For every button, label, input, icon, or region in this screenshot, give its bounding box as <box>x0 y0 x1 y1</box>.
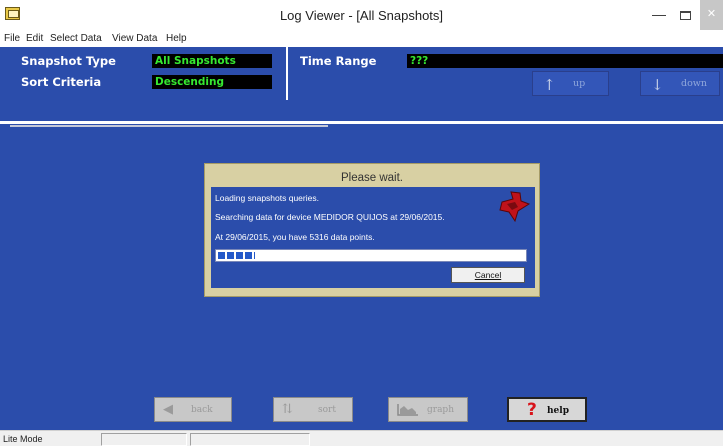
sort-button[interactable]: ⇅ sort <box>273 397 353 422</box>
sort-button-label: sort <box>318 405 336 415</box>
snapshot-type-field[interactable]: All Snapshots <box>152 54 272 68</box>
header-separator <box>0 121 723 124</box>
up-button[interactable]: ↑ up <box>532 71 609 96</box>
sort-criteria-field[interactable]: Descending <box>152 75 272 89</box>
menu-select-data[interactable]: Select Data <box>50 33 102 44</box>
maximize-icon <box>679 10 691 20</box>
minimize-button[interactable]: — <box>646 0 672 30</box>
time-range-label: Time Range <box>300 54 377 68</box>
loading-progress-bar <box>215 249 527 262</box>
help-button-label: help <box>547 406 569 416</box>
back-button-label: back <box>191 405 213 415</box>
dialog-title: Please wait. <box>340 172 403 184</box>
header-panel: Snapshot Type All Snapshots Sort Criteri… <box>0 47 723 101</box>
time-range-field[interactable]: ??? <box>407 54 723 68</box>
dialog-status-line: Searching data for device MEDIDOR QUIJOS… <box>215 212 445 222</box>
down-button[interactable]: ↓ down <box>640 71 720 96</box>
status-mode: Lite Mode <box>3 434 43 444</box>
close-button[interactable]: ✕ <box>700 0 723 30</box>
lightning-bolt-icon <box>499 191 531 223</box>
up-button-label: up <box>573 78 586 89</box>
menu-file[interactable]: File <box>4 33 20 44</box>
help-button[interactable]: ? help <box>507 397 587 422</box>
graph-button[interactable]: graph <box>388 397 468 422</box>
maximize-button[interactable] <box>672 0 698 30</box>
cancel-button-label: Cancel <box>474 270 502 280</box>
menu-bar: File Edit Select Data View Data Help <box>0 30 723 47</box>
status-pane <box>190 433 310 446</box>
arrow-up-icon: ↑ <box>543 76 556 94</box>
back-button[interactable]: ◀ back <box>154 397 232 422</box>
cancel-button[interactable]: Cancel <box>451 267 525 283</box>
title-bar: Log Viewer - [All Snapshots] — ✕ <box>0 0 723 30</box>
arrow-down-icon: ↓ <box>651 76 664 94</box>
help-icon: ? <box>527 400 537 420</box>
graph-icon <box>397 404 418 416</box>
sort-criteria-label: Sort Criteria <box>21 75 102 89</box>
header-divider <box>286 47 288 100</box>
dialog-status-line: Loading snapshots queries. <box>215 193 319 203</box>
down-button-label: down <box>681 78 708 89</box>
dialog-status-line: At 29/06/2015, you have 5316 data points… <box>215 232 375 242</box>
status-bar: Lite Mode <box>0 430 723 446</box>
snapshot-type-label: Snapshot Type <box>21 54 116 68</box>
menu-view-data[interactable]: View Data <box>112 33 157 44</box>
menu-edit[interactable]: Edit <box>26 33 43 44</box>
graph-button-label: graph <box>427 405 454 415</box>
progress-fill <box>218 252 255 259</box>
please-wait-dialog: Please wait. Loading snapshots queries. … <box>204 163 540 297</box>
menu-help[interactable]: Help <box>166 33 187 44</box>
dialog-body: Loading snapshots queries. Searching dat… <box>211 187 535 288</box>
sort-icon: ⇅ <box>282 402 293 417</box>
main-panel: Snapshot Type All Snapshots Sort Criteri… <box>0 47 723 430</box>
back-arrow-icon: ◀ <box>163 402 173 417</box>
window-title: Log Viewer - [All Snapshots] <box>279 8 444 23</box>
header-separator-accent <box>10 125 328 127</box>
status-pane <box>101 433 187 446</box>
